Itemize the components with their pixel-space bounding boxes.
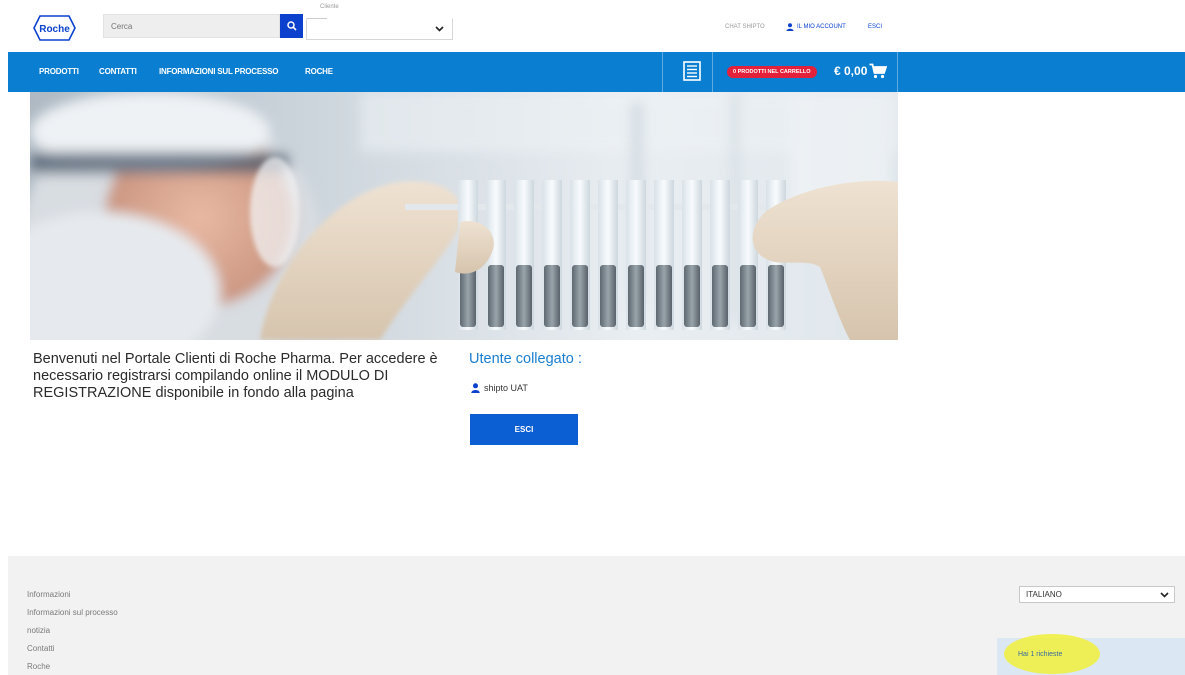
footer-link-informazioni[interactable]: Informazioni [27,590,71,599]
cliente-select[interactable] [306,18,453,40]
top-header: Roche Cliente Chat shipto Il mio account… [0,0,1185,52]
chevron-down-icon [1160,592,1169,598]
lab-scene-illustration [30,92,898,340]
footer-link-processo[interactable]: Informazioni sul processo [27,608,118,617]
user-icon [786,23,794,31]
logged-user-heading: Utente collegato : [469,351,582,367]
my-account-link[interactable]: Il mio account [786,23,846,31]
my-account-label: Il mio account [797,24,846,30]
list-icon[interactable] [683,61,701,81]
footer-link-roche[interactable]: Roche [27,662,50,671]
footer-link-notizia[interactable]: notizia [27,626,50,635]
roche-logo[interactable]: Roche [33,15,76,41]
footer-link-contatti[interactable]: Contatti [27,644,55,653]
nav-item-prodotti[interactable]: PRODOTTI [39,67,79,76]
search-button[interactable] [280,14,303,38]
cliente-label: Cliente [320,4,339,10]
requests-notification[interactable]: Hai 1 richieste [1018,651,1062,658]
logged-user-name: shipto UAT [484,383,528,393]
nav-item-roche[interactable]: ROCHE [305,67,333,76]
logout-link[interactable]: Esci [868,24,882,30]
cart-count-badge[interactable]: 0 PRODOTTI NEL CARRELLO [727,66,817,78]
nav-extension [898,52,1185,92]
user-icon [471,383,480,393]
logout-button[interactable]: ESCI [470,414,578,445]
search-bar [103,14,303,38]
language-select[interactable]: ITALIANO [1019,586,1175,603]
nav-item-processo[interactable]: INFORMAZIONI SUL PROCESSO [159,67,279,76]
search-input[interactable] [103,14,280,38]
nav-item-contatti[interactable]: CONTATTI [99,67,137,76]
chevron-down-icon [435,26,444,32]
welcome-text: Benvenuti nel Portale Clienti di Roche P… [33,351,438,401]
logged-user: shipto UAT [471,383,528,393]
cart-icon[interactable] [869,63,887,79]
main-nav: PRODOTTI CONTATTI INFORMAZIONI SUL PROCE… [8,52,898,92]
language-value: ITALIANO [1026,590,1062,599]
cart-total[interactable]: € 0,00 [834,64,867,78]
search-icon [286,21,297,31]
chat-shipto-link[interactable]: Chat shipto [725,24,765,30]
hero-image [30,92,898,340]
logo-text: Roche [39,24,70,35]
